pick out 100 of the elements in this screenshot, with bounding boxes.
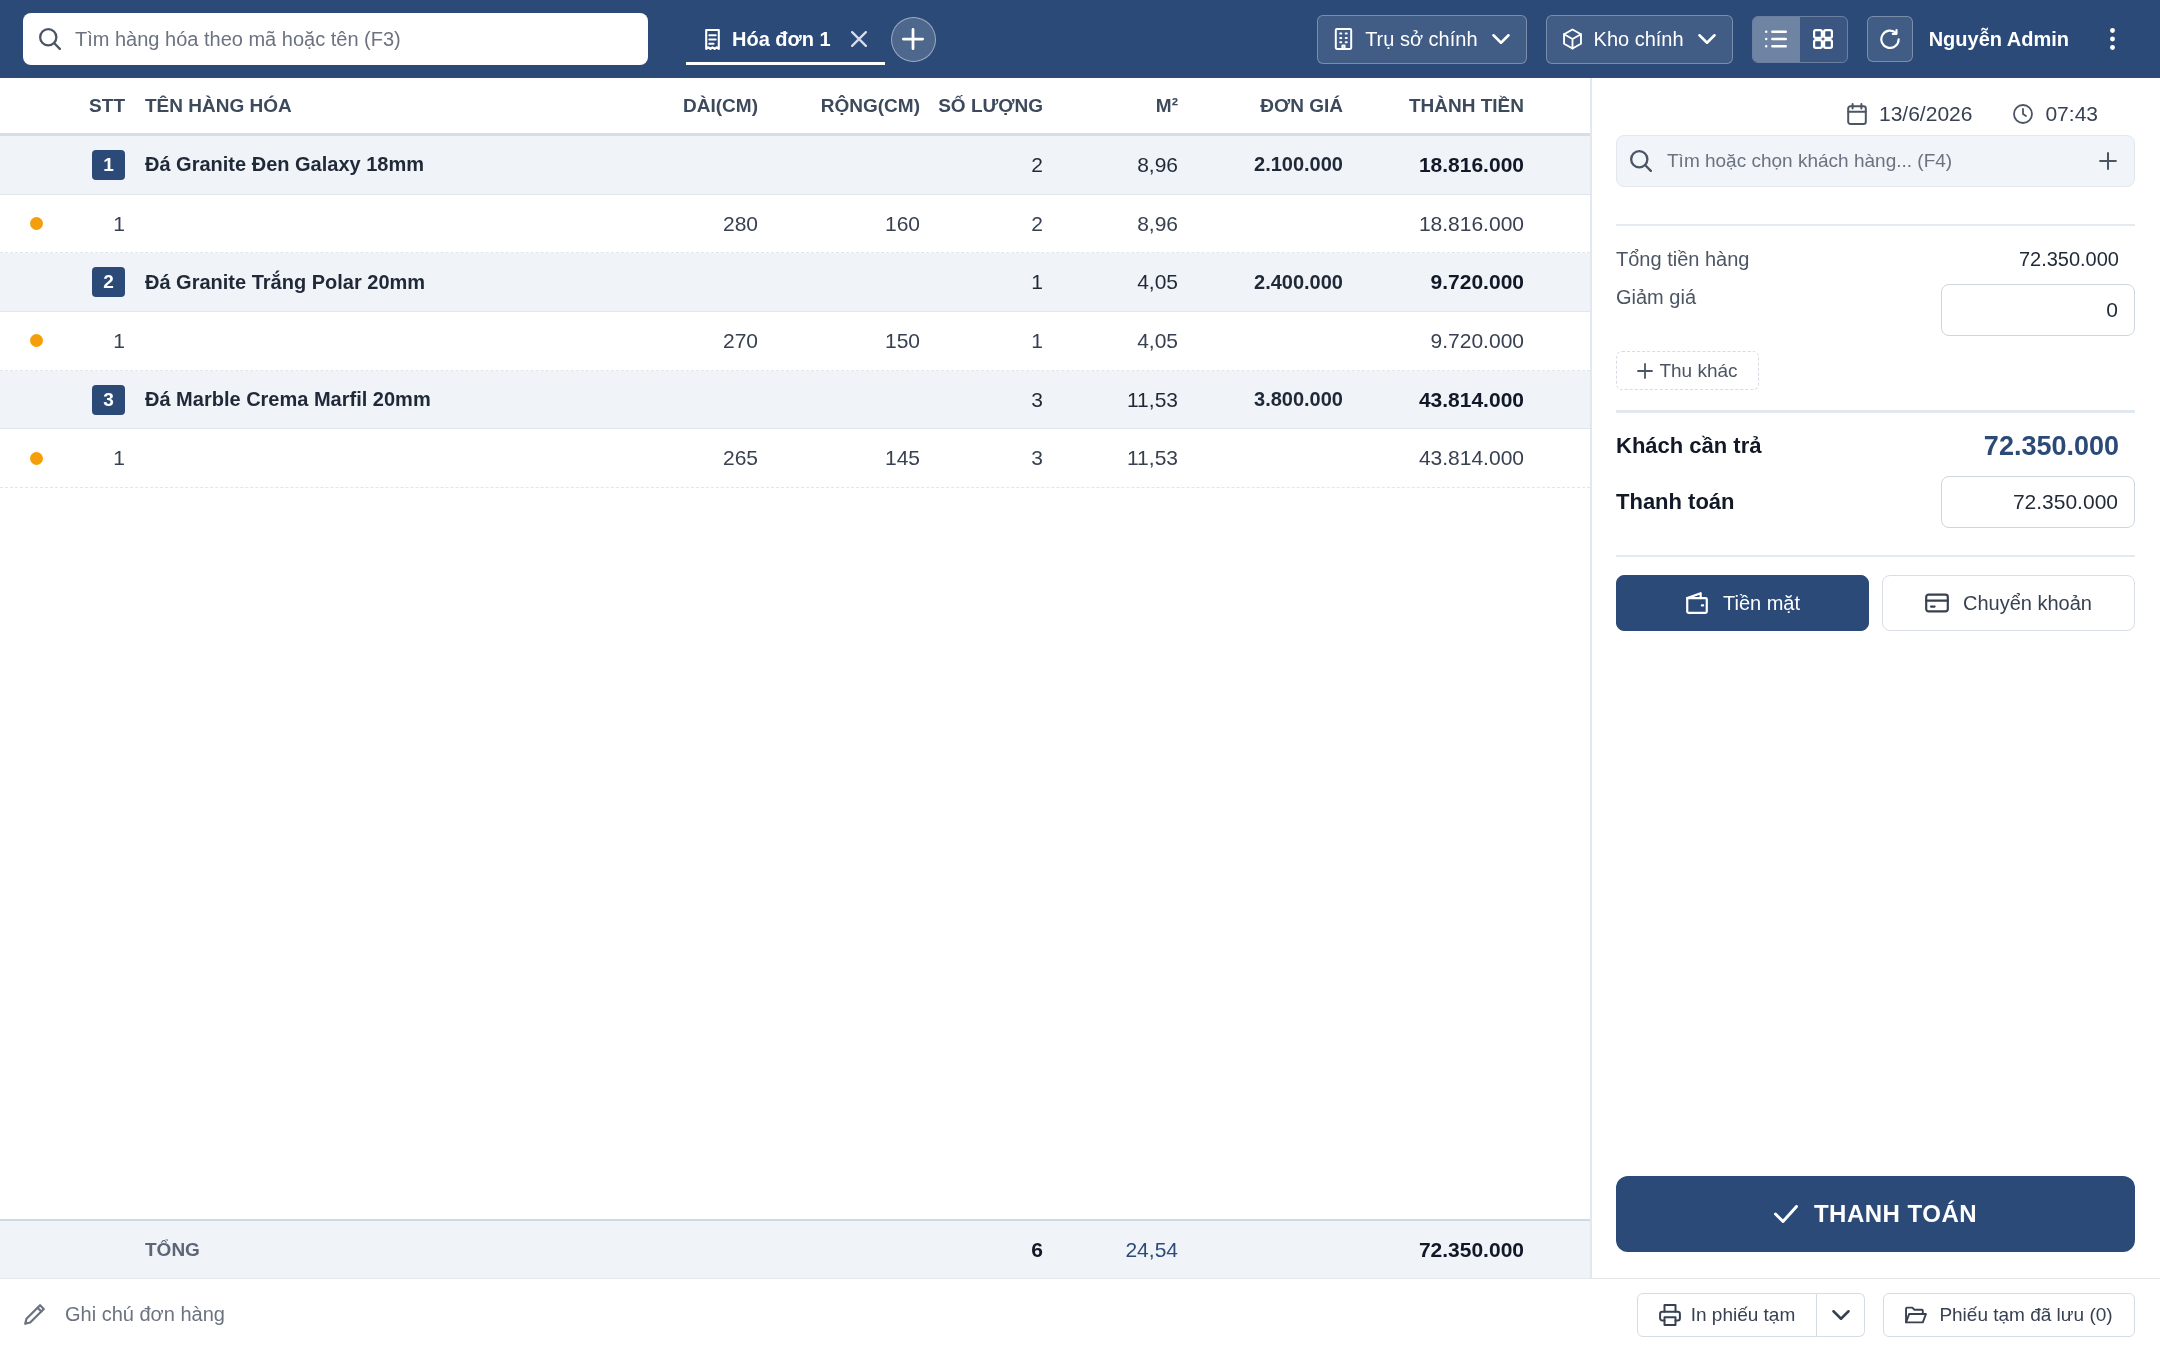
user-name[interactable]: Nguyễn Admin: [1928, 27, 2069, 51]
plus-icon: [902, 28, 925, 50]
table-cell-text: 4,05: [1136, 270, 1178, 295]
table-cell-text: 160: [883, 211, 920, 236]
list-icon: [1765, 29, 1788, 49]
plus-icon: [1637, 362, 1654, 379]
date-text: 13/6/2026: [1879, 102, 1973, 126]
refresh-button[interactable]: [1866, 16, 1913, 62]
amount-due-label: Khách cần trả: [1616, 433, 1762, 459]
table-cell-text: 145: [883, 446, 920, 471]
search-icon: [1630, 150, 1652, 172]
wallet-icon: [1684, 592, 1709, 614]
cash-payment-button[interactable]: Tiền mặt: [1616, 575, 1869, 631]
table-cell-text: 3: [1030, 446, 1043, 471]
clock-icon: [2013, 103, 2034, 125]
saved-drafts-button[interactable]: Phiếu tạm đã lưu (0): [1883, 1292, 2135, 1337]
table-cell-text: 18.816.000: [1417, 152, 1524, 177]
table-cell-text: 8,96: [1136, 152, 1178, 177]
column-header: RỘNG(CM): [819, 94, 920, 117]
refresh-icon: [1879, 29, 1900, 49]
credit-card-icon: [1925, 592, 1949, 614]
list-view-button[interactable]: [1752, 16, 1800, 62]
table-cell-text: 150: [883, 328, 920, 353]
table-cell-text: 11,53: [1126, 387, 1178, 412]
table-cell-text: 270: [721, 328, 758, 353]
table-cell-text: 11,53: [1126, 446, 1178, 471]
branch-dropdown[interactable]: Trụ sở chính: [1317, 14, 1527, 64]
close-icon[interactable]: [850, 31, 867, 47]
table-cell-text: 2: [1030, 211, 1043, 236]
building-icon: [1334, 28, 1354, 50]
new-tab-button[interactable]: [890, 16, 936, 62]
column-header: TÊN HÀNG HÓA: [144, 94, 293, 117]
table-cell-text: 1: [112, 446, 125, 471]
pencil-icon: [24, 1304, 45, 1325]
warehouse-dropdown[interactable]: Kho chính: [1545, 14, 1733, 64]
table-cell-text: 72.350.000: [1417, 1237, 1524, 1262]
table-cell-text: 1: [1030, 328, 1043, 353]
calendar-icon: [1847, 103, 1867, 125]
amount-due-value: 72.350.000: [1983, 430, 2120, 462]
payment-input[interactable]: 72.350.000: [1941, 476, 2135, 528]
table-cell-text: 9.720.000: [1429, 270, 1524, 295]
grid-icon: [1812, 29, 1835, 49]
checkout-button[interactable]: THANH TOÁN: [1616, 1176, 2135, 1252]
table-cell-text: 18.816.000: [1417, 211, 1524, 236]
print-options-button[interactable]: [1817, 1292, 1865, 1337]
table-cell-text: 265: [721, 446, 758, 471]
add-customer-button[interactable]: [2099, 152, 2117, 170]
receipt-icon: [705, 28, 720, 50]
note-field[interactable]: Ghi chú đơn hàng: [65, 1303, 525, 1326]
table-cell-text: 43.814.000: [1417, 446, 1524, 471]
table-cell-text: 280: [721, 211, 758, 236]
table-cell-text: 3.800.000: [1253, 388, 1343, 412]
chevron-down-icon: [1491, 34, 1510, 44]
invoice-tab[interactable]: Hóa đơn 1: [686, 13, 885, 65]
discount-label: Giảm giá: [1616, 285, 1697, 310]
printer-icon: [1658, 1303, 1681, 1326]
table-cell-text: 2.100.000: [1253, 153, 1343, 177]
time-text: 07:43: [2045, 102, 2098, 126]
table-cell-text: 9.720.000: [1429, 328, 1524, 353]
table-cell-text: Đá Marble Crema Marfil 20mm: [144, 388, 432, 412]
column-header: DÀI(CM): [682, 94, 758, 117]
column-header: ĐƠN GIÁ: [1259, 94, 1343, 117]
column-header: M²: [1154, 94, 1178, 117]
more-icon: [2109, 28, 2115, 50]
index-badge: 3: [92, 384, 125, 415]
customer-search-field[interactable]: Tìm hoặc chọn khách hàng... (F4): [1616, 135, 2135, 187]
subtotal-label: Tổng tiền hàng: [1616, 247, 1750, 271]
other-charges-button[interactable]: Thu khác: [1616, 351, 1759, 390]
table-cell-text: 2.400.000: [1253, 270, 1343, 294]
folder-icon: [1905, 1305, 1928, 1324]
table-cell-text: 1: [112, 211, 125, 236]
table-cell-text: 4,05: [1136, 328, 1178, 353]
grid-view-button[interactable]: [1799, 16, 1847, 62]
table-cell-text: 6: [1030, 1237, 1043, 1262]
table-cell-text: 3: [1030, 387, 1043, 412]
index-badge: 1: [92, 149, 125, 180]
table-cell-text: TỔNG: [144, 1238, 201, 1261]
subtotal-value: 72.350.000: [2018, 247, 2120, 271]
table-cell-text: Đá Granite Đen Galaxy 18mm: [144, 153, 425, 177]
check-icon: [1773, 1205, 1798, 1223]
table-cell-text: Đá Granite Trắng Polar 20mm: [144, 270, 427, 294]
product-search-field[interactable]: Tìm hàng hóa theo mã hoặc tên (F3): [23, 13, 648, 65]
discount-input[interactable]: 0: [1941, 284, 2135, 336]
chevron-down-icon: [1831, 1309, 1850, 1320]
column-header: THÀNH TIỀN: [1407, 94, 1524, 117]
table-cell-text: 2: [1030, 152, 1043, 177]
table-cell-text: 1: [1030, 270, 1043, 295]
table-cell-text: 1: [112, 328, 125, 353]
index-badge: 2: [92, 267, 125, 298]
box-icon: [1562, 28, 1582, 50]
search-icon: [39, 28, 61, 50]
print-button[interactable]: In phiếu tạm: [1637, 1292, 1817, 1337]
table-cell-text: 43.814.000: [1417, 387, 1524, 412]
chevron-down-icon: [1697, 34, 1716, 44]
transfer-payment-button[interactable]: Chuyển khoản: [1882, 575, 2135, 631]
column-header: STT: [88, 94, 125, 117]
table-cell-text: 24,54: [1124, 1237, 1178, 1262]
payment-label: Thanh toán: [1616, 489, 1735, 515]
table-cell-text: 8,96: [1136, 211, 1178, 236]
column-header: SỐ LƯỢNG: [937, 94, 1043, 117]
